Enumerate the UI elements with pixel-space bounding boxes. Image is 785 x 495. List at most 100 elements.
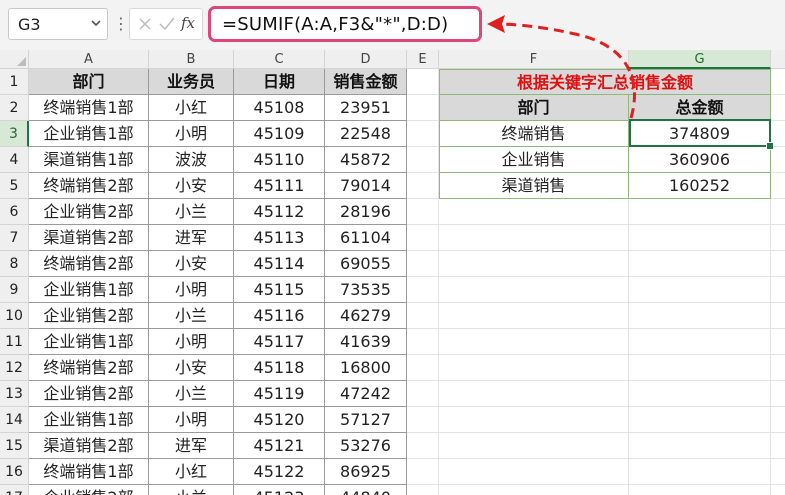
vertical-ellipsis-icon[interactable]: ⋮ (113, 12, 129, 36)
source-data-cell[interactable]: 45117 (234, 329, 325, 355)
source-data-cell[interactable]: 73535 (325, 277, 407, 303)
empty-cell[interactable] (439, 485, 629, 495)
source-data-cell[interactable]: 渠道销售1部 (29, 147, 149, 173)
empty-cell[interactable] (771, 121, 785, 147)
column-header-g[interactable]: G (629, 50, 771, 69)
empty-cell[interactable] (439, 329, 629, 355)
source-data-cell[interactable]: 57127 (325, 407, 407, 433)
empty-cell[interactable] (771, 407, 785, 433)
source-data-cell[interactable]: 44840 (325, 485, 407, 495)
empty-cell[interactable] (629, 225, 771, 251)
empty-cell[interactable] (771, 251, 785, 277)
row-header-7[interactable]: 7 (0, 225, 29, 251)
empty-cell[interactable] (629, 329, 771, 355)
row-header-11[interactable]: 11 (0, 329, 29, 355)
source-data-cell[interactable]: 渠道销售2部 (29, 225, 149, 251)
name-box[interactable]: G3 (8, 8, 108, 40)
source-data-cell[interactable]: 23951 (325, 95, 407, 121)
empty-cell[interactable] (439, 225, 629, 251)
empty-cell[interactable] (771, 433, 785, 459)
empty-cell[interactable] (407, 199, 439, 225)
empty-cell[interactable] (771, 173, 785, 199)
row-header-2[interactable]: 2 (0, 95, 29, 121)
empty-cell[interactable] (629, 355, 771, 381)
summary-data-cell[interactable]: 374809 (629, 121, 771, 147)
empty-cell[interactable] (771, 355, 785, 381)
source-data-cell[interactable]: 45114 (234, 251, 325, 277)
empty-cell[interactable] (771, 381, 785, 407)
empty-cell[interactable] (407, 459, 439, 485)
source-data-cell[interactable]: 渠道销售2部 (29, 433, 149, 459)
source-header-cell[interactable]: 业务员 (149, 69, 234, 95)
row-header-6[interactable]: 6 (0, 199, 29, 225)
row-header-8[interactable]: 8 (0, 251, 29, 277)
source-data-cell[interactable]: 企业销售1部 (29, 277, 149, 303)
empty-cell[interactable] (771, 459, 785, 485)
empty-cell[interactable] (407, 95, 439, 121)
empty-cell[interactable] (439, 433, 629, 459)
row-header-1[interactable]: 1 (0, 69, 29, 95)
empty-cell[interactable] (629, 433, 771, 459)
source-data-cell[interactable]: 41639 (325, 329, 407, 355)
chevron-down-icon[interactable] (89, 15, 103, 31)
source-data-cell[interactable]: 小安 (149, 251, 234, 277)
empty-cell[interactable] (407, 121, 439, 147)
column-header-b[interactable]: B (149, 50, 234, 69)
source-header-cell[interactable]: 日期 (234, 69, 325, 95)
source-data-cell[interactable]: 企业销售2部 (29, 199, 149, 225)
source-data-cell[interactable]: 45109 (234, 121, 325, 147)
row-header-9[interactable]: 9 (0, 277, 29, 303)
source-data-cell[interactable]: 45121 (234, 433, 325, 459)
source-data-cell[interactable]: 波波 (149, 147, 234, 173)
source-data-cell[interactable]: 79014 (325, 173, 407, 199)
empty-cell[interactable] (771, 225, 785, 251)
empty-cell[interactable] (407, 433, 439, 459)
close-icon[interactable] (135, 14, 155, 34)
source-data-cell[interactable]: 小明 (149, 121, 234, 147)
source-data-cell[interactable]: 45123 (234, 485, 325, 495)
empty-cell[interactable] (439, 355, 629, 381)
empty-cell[interactable] (407, 407, 439, 433)
source-data-cell[interactable]: 终端销售2部 (29, 173, 149, 199)
check-icon[interactable] (157, 14, 177, 34)
summary-header-cell[interactable]: 总金额 (629, 95, 771, 121)
summary-data-cell[interactable]: 终端销售 (439, 121, 629, 147)
empty-cell[interactable] (771, 329, 785, 355)
source-data-cell[interactable]: 45120 (234, 407, 325, 433)
source-data-cell[interactable]: 86925 (325, 459, 407, 485)
source-data-cell[interactable]: 小红 (149, 95, 234, 121)
empty-cell[interactable] (771, 199, 785, 225)
empty-cell[interactable] (439, 277, 629, 303)
source-data-cell[interactable]: 61104 (325, 225, 407, 251)
empty-cell[interactable] (439, 251, 629, 277)
row-header-12[interactable]: 12 (0, 355, 29, 381)
summary-data-cell[interactable]: 360906 (629, 147, 771, 173)
source-data-cell[interactable]: 小安 (149, 355, 234, 381)
column-header-e[interactable]: E (407, 50, 439, 69)
empty-cell[interactable] (407, 147, 439, 173)
summary-data-cell[interactable]: 160252 (629, 173, 771, 199)
empty-cell[interactable] (771, 277, 785, 303)
source-data-cell[interactable]: 45110 (234, 147, 325, 173)
empty-cell[interactable] (439, 407, 629, 433)
column-header-a[interactable]: A (29, 50, 149, 69)
source-data-cell[interactable]: 小红 (149, 459, 234, 485)
source-data-cell[interactable]: 小明 (149, 407, 234, 433)
source-data-cell[interactable]: 企业销售1部 (29, 407, 149, 433)
row-header-16[interactable]: 16 (0, 459, 29, 485)
empty-cell[interactable] (771, 303, 785, 329)
source-data-cell[interactable]: 53276 (325, 433, 407, 459)
source-data-cell[interactable]: 终端销售1部 (29, 95, 149, 121)
source-data-cell[interactable]: 46279 (325, 303, 407, 329)
source-data-cell[interactable]: 终端销售2部 (29, 251, 149, 277)
empty-cell[interactable] (629, 381, 771, 407)
source-data-cell[interactable]: 45119 (234, 381, 325, 407)
source-data-cell[interactable]: 45872 (325, 147, 407, 173)
empty-cell[interactable] (771, 147, 785, 173)
select-all-corner[interactable] (0, 50, 29, 69)
source-data-cell[interactable]: 小安 (149, 173, 234, 199)
empty-cell[interactable] (771, 95, 785, 121)
empty-cell[interactable] (629, 485, 771, 495)
column-header-f[interactable]: F (439, 50, 629, 69)
source-data-cell[interactable]: 28196 (325, 199, 407, 225)
